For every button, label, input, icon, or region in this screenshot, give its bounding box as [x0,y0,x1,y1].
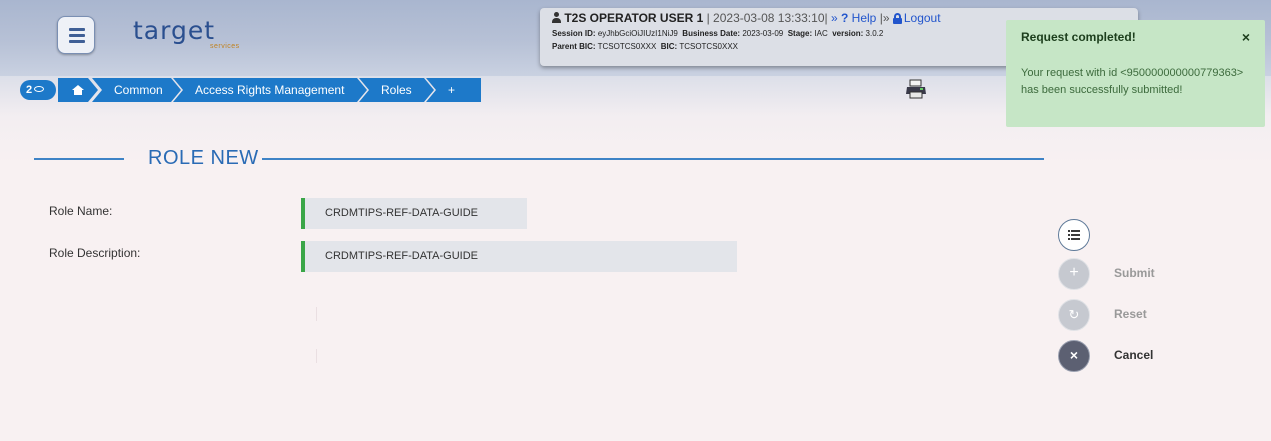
parent-bic-label: Parent BIC: [552,42,596,51]
cancel-label[interactable]: Cancel [1114,348,1153,362]
session-label: Session ID: [552,29,596,38]
breadcrumb-access-rights[interactable]: Access Rights Management [173,78,367,102]
reset-label[interactable]: Reset [1114,307,1147,321]
cancel-button[interactable]: × [1058,340,1090,372]
toast-title: Request completed! [1021,30,1136,44]
logo-text: target [133,16,216,45]
role-name-label: Role Name: [49,204,113,218]
help-link-prefix: » [830,11,838,25]
parent-bic-value: TCSOTCS0XXX [597,42,657,51]
eye-icon [34,86,45,92]
stage-label: Stage: [787,29,813,38]
breadcrumb-common[interactable]: Common [92,78,181,102]
close-icon[interactable]: × [1242,29,1250,45]
menu-button[interactable] [57,16,95,54]
hamburger-icon-line [69,40,85,43]
home-icon [72,85,84,95]
bic-label: BIC: [660,42,678,51]
session-value: eyJhbGciOiJIUzI1NiJ9 [597,29,678,38]
toast-message: Your request with id <950000000000779363… [1021,67,1244,96]
user-icon [552,12,561,23]
request-completed-toast: Request completed! × Your request with i… [1006,20,1265,127]
stage-value: IAC [814,29,828,38]
help-icon[interactable]: ? [841,11,848,25]
business-date-value: 2023-03-09 [742,29,784,38]
open-tabs-badge[interactable]: 2 [20,80,56,100]
page-title: ROLE NEW [148,147,259,169]
hamburger-icon-line [69,34,85,37]
hamburger-icon [69,28,85,31]
datetime: | 2023-03-08 13:33:10| [706,11,828,25]
role-name-field[interactable]: CRDMTIPS-REF-DATA-GUIDE [301,198,527,229]
list-icon [1068,230,1080,240]
empty-field-marker [316,349,317,363]
role-description-label: Role Description: [49,246,141,260]
version-value: 3.0.2 [865,29,884,38]
logout-link[interactable]: Logout [904,11,941,25]
user-name: T2S OPERATOR USER 1 [564,11,704,25]
submit-button[interactable]: + [1058,258,1090,290]
lock-icon[interactable] [892,13,902,24]
bic-value: TCSOTCS0XXX [679,42,738,51]
role-description-field[interactable]: CRDMTIPS-REF-DATA-GUIDE [301,241,737,272]
printer-icon[interactable] [905,79,927,99]
submit-label[interactable]: Submit [1114,266,1155,280]
reset-icon: ↻ [1068,307,1080,322]
logout-separator: |» [879,11,890,25]
breadcrumb-roles[interactable]: Roles [359,78,434,102]
list-view-button[interactable] [1058,219,1090,251]
logo-subtext: services [210,43,240,50]
breadcrumb-common-label: Common [114,83,163,97]
breadcrumb-access-rights-label: Access Rights Management [195,83,345,97]
reset-button[interactable]: ↻ [1058,299,1090,331]
help-link[interactable]: Help [852,11,877,25]
title-rule-right [262,158,1044,160]
version-label: version: [832,29,864,38]
title-rule-left [34,158,124,160]
open-tabs-count: 2 [26,84,33,96]
empty-field-marker [316,307,317,321]
target-logo[interactable]: target services [133,16,239,56]
plus-icon: + [1069,264,1079,281]
cancel-icon: × [1069,347,1079,363]
breadcrumb-roles-label: Roles [381,83,412,97]
business-date-label: Business Date: [682,29,741,38]
